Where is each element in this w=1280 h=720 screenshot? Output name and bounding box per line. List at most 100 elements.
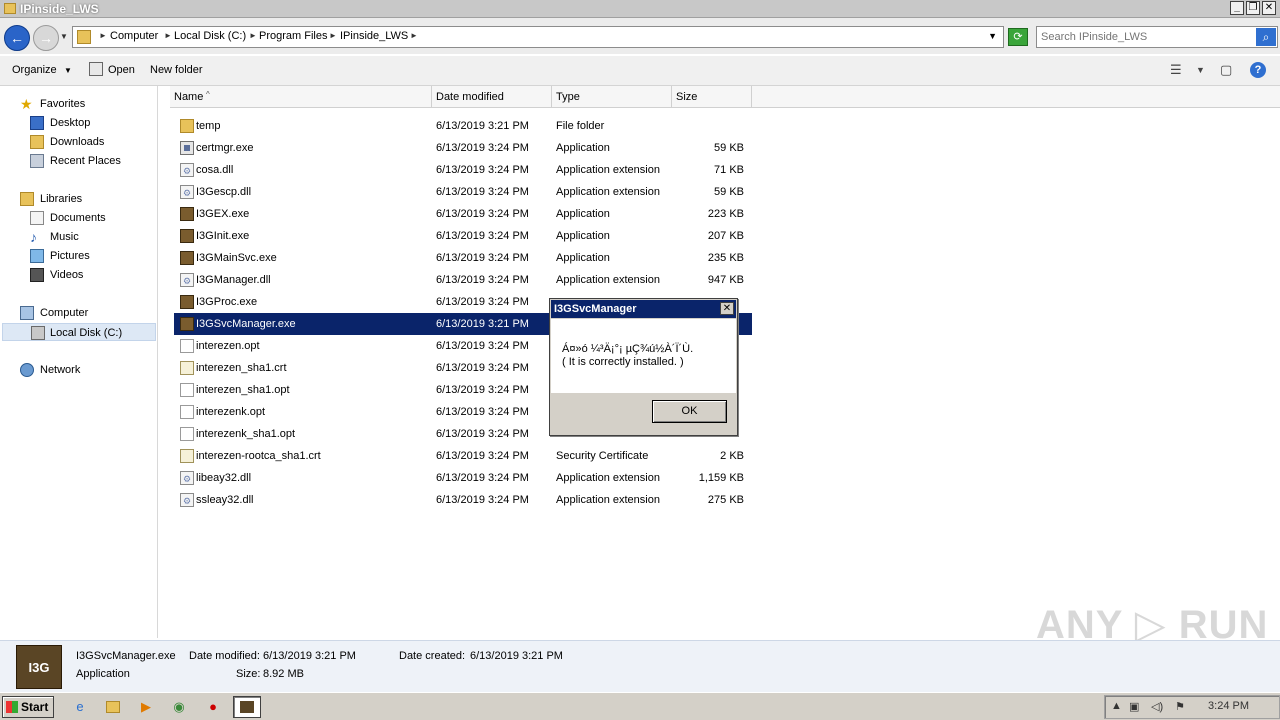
documents-icon	[30, 211, 44, 225]
breadcrumb-program-files[interactable]: Program Files	[259, 30, 327, 42]
star-icon: ★	[20, 96, 33, 112]
forward-button[interactable]: →	[33, 25, 59, 51]
file-date: 6/13/2019 3:24 PM	[436, 428, 529, 440]
file-name: interezen_sha1.opt	[196, 384, 290, 396]
table-row[interactable]: I3GInit.exe 6/13/2019 3:24 PM Application 2…	[174, 225, 752, 247]
file-type: Security Certificate	[556, 450, 649, 462]
nav-network[interactable]: Network	[18, 361, 148, 379]
breadcrumb-computer[interactable]: Computer	[110, 30, 158, 42]
nav-libraries[interactable]: Libraries	[18, 190, 148, 208]
chrome-icon[interactable]: ◉	[165, 696, 193, 718]
chevron-right-icon[interactable]: ►	[99, 31, 107, 40]
new-folder-button[interactable]: New folder	[150, 64, 203, 76]
table-row[interactable]: interezen-rootca_sha1.crt 6/13/2019 3:24 …	[174, 445, 752, 467]
nav-desktop[interactable]: Desktop	[28, 114, 148, 132]
table-row[interactable]: cosa.dll 6/13/2019 3:24 PM Application ext…	[174, 159, 752, 182]
file-date: 6/13/2019 3:24 PM	[436, 450, 529, 462]
nav-label: Computer	[40, 307, 89, 319]
file-size: 71 KB	[714, 164, 744, 176]
column-label: Name	[174, 91, 204, 103]
close-button[interactable]: ✕	[1262, 1, 1276, 15]
chevron-down-icon[interactable]: ▼	[1196, 65, 1205, 75]
address-bar[interactable]: ► Computer ► Local Disk (C:) ► Program F…	[72, 26, 1004, 48]
internet-explorer-icon[interactable]: e	[66, 696, 94, 718]
chevron-right-icon[interactable]: ►	[329, 31, 337, 40]
nav-recent-places[interactable]: Recent Places	[28, 152, 148, 170]
action-center-flag-icon[interactable]: ⚑	[1175, 700, 1185, 713]
column-header-date[interactable]: Date modified	[432, 86, 552, 108]
taskbar: Start e ▶ ◉ ● ▲ ▣ ◁) ⚑ 3:24 PM	[0, 692, 1280, 720]
nav-pictures[interactable]: Pictures	[28, 247, 148, 265]
file-name: I3GProc.exe	[196, 296, 258, 308]
table-row[interactable]: I3GEX.exe 6/13/2019 3:24 PM Application 223…	[174, 203, 752, 225]
file-date: 6/13/2019 3:24 PM	[436, 252, 529, 264]
application-icon	[180, 141, 194, 155]
nav-documents[interactable]: Documents	[28, 209, 148, 227]
nav-label: Recent Places	[50, 155, 121, 167]
ok-button[interactable]: OK	[652, 400, 727, 423]
table-row[interactable]: I3GManager.dll 6/13/2019 3:24 PM Applicati…	[174, 269, 752, 292]
i3g-app-icon	[180, 207, 194, 221]
preview-pane-icon[interactable]: ▢	[1220, 62, 1232, 78]
table-row[interactable]: libeay32.dll 6/13/2019 3:24 PM Application…	[174, 467, 752, 490]
nav-label: Documents	[50, 212, 106, 224]
system-tray: ▲ ▣ ◁) ⚑ 3:24 PM	[1104, 695, 1280, 719]
clock[interactable]: 3:24 PM	[1208, 700, 1249, 712]
recent-pages-icon[interactable]: ▼	[60, 32, 68, 41]
table-row[interactable]: certmgr.exe 6/13/2019 3:24 PM Application 5…	[174, 137, 752, 159]
details-size-label: Size:	[236, 668, 261, 680]
chevron-down-icon[interactable]: ▼	[64, 66, 72, 75]
start-button[interactable]: Start	[2, 696, 54, 718]
nav-local-disk[interactable]: Local Disk (C:)	[2, 323, 156, 341]
restore-button[interactable]: ❐	[1246, 1, 1260, 15]
nav-downloads[interactable]: Downloads	[28, 133, 148, 151]
search-box[interactable]: ⌕	[1036, 26, 1278, 48]
table-row[interactable]: I3Gescp.dll 6/13/2019 3:24 PM Application …	[174, 181, 752, 204]
table-row[interactable]: I3GMainSvc.exe 6/13/2019 3:24 PM Applicati…	[174, 247, 752, 269]
help-icon[interactable]: ?	[1250, 62, 1266, 78]
libraries-icon	[20, 192, 34, 206]
file-date: 6/13/2019 3:24 PM	[436, 472, 529, 484]
explorer-taskbar-icon[interactable]	[99, 696, 127, 718]
nav-music[interactable]: ♪ Music	[28, 228, 148, 246]
file-date: 6/13/2019 3:24 PM	[436, 186, 529, 198]
table-row[interactable]: ssleay32.dll 6/13/2019 3:24 PM Application…	[174, 489, 752, 512]
volume-icon[interactable]: ◁)	[1151, 700, 1163, 713]
search-icon[interactable]: ⌕	[1256, 28, 1276, 46]
dialog-title[interactable]: I3GSvcManager	[551, 300, 736, 318]
view-options-icon[interactable]: ☰	[1170, 62, 1182, 78]
media-player-icon[interactable]: ▶	[132, 696, 160, 718]
column-header-type[interactable]: Type	[552, 86, 672, 108]
file-name: I3GInit.exe	[196, 230, 250, 242]
refresh-button[interactable]: ⟳	[1008, 28, 1028, 46]
breadcrumb-ipinside[interactable]: IPinside_LWS	[340, 30, 408, 42]
chevron-right-icon[interactable]: ►	[410, 31, 418, 40]
back-button[interactable]: ←	[4, 25, 30, 51]
chevron-right-icon[interactable]: ►	[249, 31, 257, 40]
chevron-down-icon[interactable]: ▼	[988, 31, 997, 41]
search-input[interactable]	[1041, 29, 1251, 45]
nav-computer[interactable]: Computer	[18, 304, 148, 322]
minimize-button[interactable]: _	[1230, 1, 1244, 15]
tray-expand-icon[interactable]: ▲	[1111, 700, 1122, 712]
network-icon	[20, 363, 34, 377]
i3g-app-taskbar-icon[interactable]	[233, 696, 261, 718]
file-name: libeay32.dll	[196, 472, 252, 484]
folder-icon	[4, 3, 16, 14]
chevron-right-icon[interactable]: ►	[164, 31, 172, 40]
nav-videos[interactable]: Videos	[28, 266, 148, 284]
table-row[interactable]: temp 6/13/2019 3:21 PM File folder	[174, 115, 752, 137]
organize-button[interactable]: Organize	[12, 64, 57, 76]
network-tray-icon[interactable]: ▣	[1129, 700, 1139, 713]
column-header-name[interactable]: Name ^	[170, 86, 432, 108]
window-titlebar[interactable]: IPinside_LWS _ ❐ ✕	[0, 0, 1280, 18]
i3g-app-icon	[180, 295, 194, 309]
opera-icon[interactable]: ●	[199, 696, 227, 718]
file-name: I3Gescp.dll	[196, 186, 252, 198]
dialog-close-button[interactable]: ✕	[720, 302, 734, 315]
drive-icon	[31, 326, 45, 340]
open-button[interactable]: Open	[108, 64, 135, 76]
nav-favorites[interactable]: ★ Favorites	[18, 95, 148, 113]
column-header-size[interactable]: Size	[672, 86, 752, 108]
breadcrumb-local-disk[interactable]: Local Disk (C:)	[174, 30, 246, 42]
